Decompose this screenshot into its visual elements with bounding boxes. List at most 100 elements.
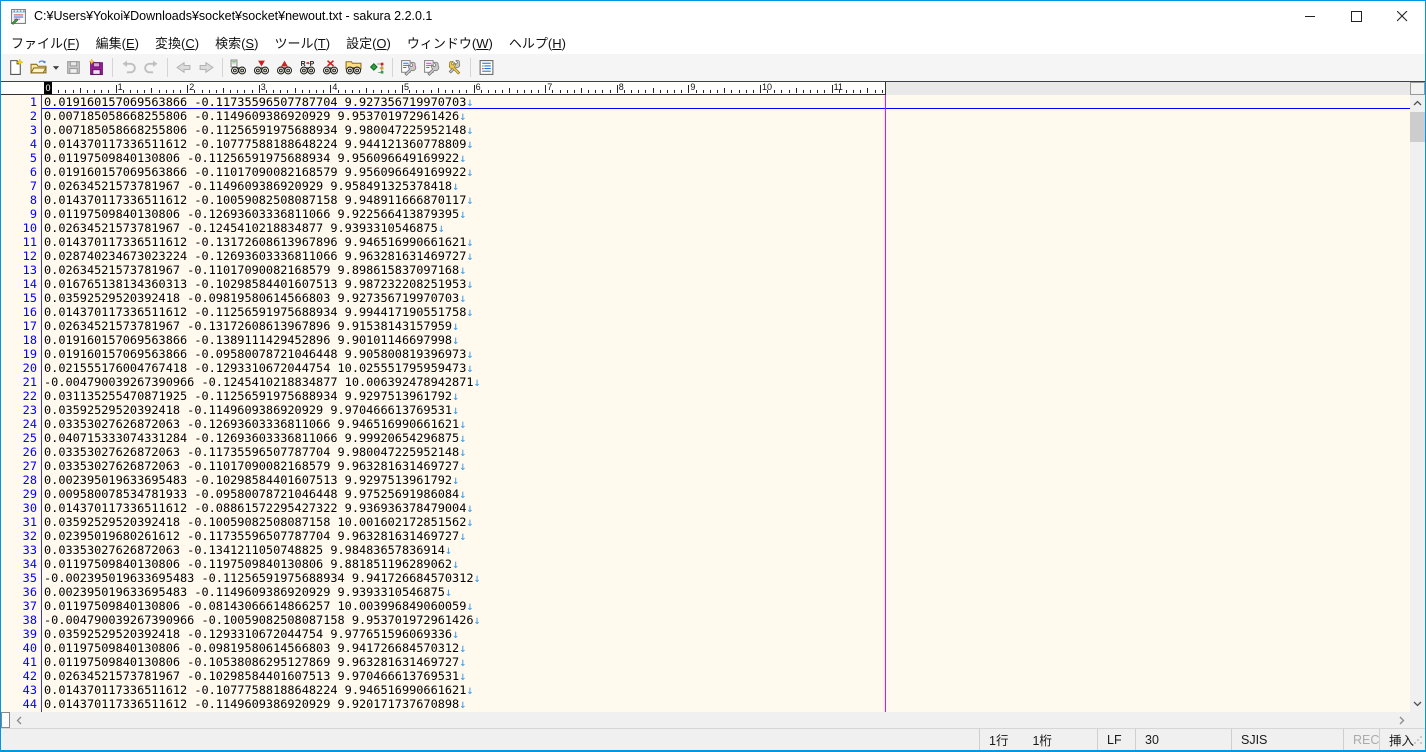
text-line[interactable]: 0.02634521573781967 -0.1245410218834877 …	[44, 221, 438, 235]
text-line[interactable]: 0.014370117336511612 -0.0886157229542732…	[44, 501, 466, 515]
text-line[interactable]: -0.004790039267390966 -0.124541021883487…	[44, 375, 474, 389]
text-row[interactable]: 24 0.03353027626872063 -0.126936033368110…	[1, 417, 1410, 431]
redo-icon[interactable]	[140, 56, 163, 79]
text-line[interactable]: 0.03592529520392418 -0.09819580614566803…	[44, 291, 459, 305]
maximize-icon[interactable]	[1333, 1, 1379, 31]
text-line[interactable]: 0.03353027626872063 -0.12693603336811066…	[44, 417, 459, 431]
menu-item-edit[interactable]: 編集(E)	[88, 31, 147, 55]
text-row[interactable]: 250.040715333074331284 -0.12693603336811…	[1, 431, 1410, 445]
common-settings-icon[interactable]	[420, 56, 443, 79]
text-line[interactable]: 0.019160157069563866 -0.1173559650778770…	[44, 95, 466, 109]
text-row[interactable]: 20 0.021555176004767418 -0.12933106720447…	[1, 361, 1410, 375]
line-number[interactable]: 39	[1, 627, 37, 641]
line-number[interactable]: 44	[1, 697, 37, 711]
text-line[interactable]: 0.007185058668255806 -0.1149609386920929…	[44, 109, 459, 123]
line-number[interactable]: 8	[1, 193, 37, 207]
text-line[interactable]: 0.021555176004767418 -0.1293310672044754…	[44, 361, 466, 375]
text-row[interactable]: 180.019160157069563866 -0.13891114294528…	[1, 333, 1410, 347]
open-dropdown-icon[interactable]	[50, 56, 62, 79]
menu-item-convert[interactable]: 変換(C)	[147, 31, 207, 55]
line-number[interactable]: 22	[1, 389, 37, 403]
text-row[interactable]: 30.007185058668255806 -0.112565919756889…	[1, 123, 1410, 137]
line-number[interactable]: 42	[1, 669, 37, 683]
open-file-icon[interactable]	[27, 56, 50, 79]
tag-jump-icon[interactable]	[365, 56, 388, 79]
line-number[interactable]: 20	[1, 361, 37, 375]
text-row[interactable]: 340.01197509840130806 -0.119750984013080…	[1, 557, 1410, 571]
text-row[interactable]: 10.019160157069563866 -0.117355965077877…	[1, 95, 1410, 109]
sakura-editor-icon[interactable]	[10, 8, 27, 25]
text-line[interactable]: 0.01197509840130806 -0.09819580614566803…	[44, 641, 459, 655]
menu-item-tool[interactable]: ツール(T)	[266, 31, 338, 55]
text-row[interactable]: 35 -0.002395019633695483 -0.1125659197568…	[1, 571, 1410, 585]
text-row[interactable]: 40.014370117336511612 -0.107775881886482…	[1, 137, 1410, 151]
find-next-icon[interactable]	[250, 56, 273, 79]
line-number[interactable]: 14	[1, 277, 37, 291]
text-line[interactable]: 0.02634521573781967 -0.13172608613967896…	[44, 319, 452, 333]
line-number[interactable]: 32	[1, 529, 37, 543]
text-line[interactable]: 0.014370117336511612 -0.1077758818864822…	[44, 137, 466, 151]
text-pane[interactable]: 10.019160157069563866 -0.117355965077877…	[1, 95, 1410, 712]
text-line[interactable]: 0.01197509840130806 -0.11256591975688934…	[44, 151, 459, 165]
text-row[interactable]: 110.014370117336511612 -0.13172608613967…	[1, 235, 1410, 249]
line-number[interactable]: 24	[1, 417, 37, 431]
text-line[interactable]: 0.014370117336511612 -0.1077758818864822…	[44, 683, 466, 697]
menu-item-file[interactable]: ファイル(F)	[3, 31, 88, 55]
text-row[interactable]: 370.01197509840130806 -0.081430666148662…	[1, 599, 1410, 613]
text-row[interactable]: 400.01197509840130806 -0.098195806145668…	[1, 641, 1410, 655]
text-line[interactable]: 0.03592529520392418 -0.1149609386920929 …	[44, 403, 452, 417]
text-row[interactable]: 20.007185058668255806 -0.114960938692092…	[1, 109, 1410, 123]
new-file-icon[interactable]	[4, 56, 27, 79]
replace-icon[interactable]: RP	[296, 56, 319, 79]
text-line[interactable]: 0.01197509840130806 -0.08143066614866257…	[44, 599, 466, 613]
text-line[interactable]: -0.002395019633695483 -0.112565919756889…	[44, 571, 474, 585]
line-number[interactable]: 36	[1, 585, 37, 599]
text-row[interactable]: 280.002395019633695483 -0.10298584401607…	[1, 473, 1410, 487]
text-row[interactable]: 170.02634521573781967 -0.131726086139678…	[1, 319, 1410, 333]
text-row[interactable]: 410.01197509840130806 -0.105380862951278…	[1, 655, 1410, 669]
text-line[interactable]: 0.016765138134360313 -0.1029858440160751…	[44, 277, 466, 291]
menu-item-settings[interactable]: 設定(O)	[338, 31, 399, 55]
line-number[interactable]: 43	[1, 683, 37, 697]
menu-item-help[interactable]: ヘルプ(H)	[501, 31, 574, 55]
text-line[interactable]: 0.02395019680261612 -0.11735596507787704…	[44, 529, 459, 543]
text-line[interactable]: 0.014370117336511612 -0.1317260861396789…	[44, 235, 466, 249]
find-prev-icon[interactable]	[273, 56, 296, 79]
text-line[interactable]: 0.014370117336511612 -0.1149609386920929…	[44, 697, 459, 711]
line-number[interactable]: 23	[1, 403, 37, 417]
scroll-right-icon[interactable]	[1393, 712, 1410, 728]
resize-grip[interactable]	[1413, 734, 1423, 748]
save-icon[interactable]	[62, 56, 85, 79]
text-row[interactable]: 43 0.014370117336511612 -0.10777588188648…	[1, 683, 1410, 697]
close-icon[interactable]	[1379, 1, 1425, 31]
line-number[interactable]: 10	[1, 221, 37, 235]
forward-icon[interactable]	[195, 56, 218, 79]
grep-icon[interactable]	[342, 56, 365, 79]
type-settings-icon[interactable]	[397, 56, 420, 79]
line-number[interactable]: 33	[1, 543, 37, 557]
line-number[interactable]: 34	[1, 557, 37, 571]
horizontal-scroll-track[interactable]	[27, 712, 1393, 728]
text-line[interactable]: 0.007185058668255806 -0.1125659197568893…	[44, 123, 466, 137]
text-row[interactable]: 80.014370117336511612 -0.100590825080871…	[1, 193, 1410, 207]
outline-icon[interactable]	[475, 56, 498, 79]
text-line[interactable]: 0.03592529520392418 -0.10059082508087158…	[44, 515, 466, 529]
text-row[interactable]: 14 0.016765138134360313 -0.10298584401607…	[1, 277, 1410, 291]
line-number[interactable]: 12	[1, 249, 37, 263]
text-row[interactable]: 10 0.02634521573781967 -0.124541021883487…	[1, 221, 1410, 235]
text-line[interactable]: 0.03353027626872063 -0.11017090082168579…	[44, 459, 459, 473]
menu-item-window[interactable]: ウィンドウ(W)	[399, 31, 501, 55]
line-number[interactable]: 45	[1, 711, 37, 712]
text-line[interactable]: 0.040715333074331284 -0.1269360333681106…	[44, 431, 459, 445]
vertical-scrollbar[interactable]	[1410, 95, 1425, 712]
text-row[interactable]: 300.014370117336511612 -0.08861572295427…	[1, 501, 1410, 515]
line-number[interactable]: 35	[1, 571, 37, 585]
text-line[interactable]: 0.019160157069563866 -0.1101709008216857…	[44, 165, 466, 179]
text-line[interactable]: 0.031135255470871925 -0.1125659197568893…	[44, 389, 452, 403]
back-icon[interactable]	[172, 56, 195, 79]
undo-icon[interactable]	[117, 56, 140, 79]
text-line[interactable]: 0.02634521573781967 -0.11017090082168579…	[44, 263, 459, 277]
line-number[interactable]: 19	[1, 347, 37, 361]
text-line[interactable]: 0.02634521573781967 -0.10298584401607513…	[44, 669, 459, 683]
clear-find-mark-icon[interactable]	[319, 56, 342, 79]
